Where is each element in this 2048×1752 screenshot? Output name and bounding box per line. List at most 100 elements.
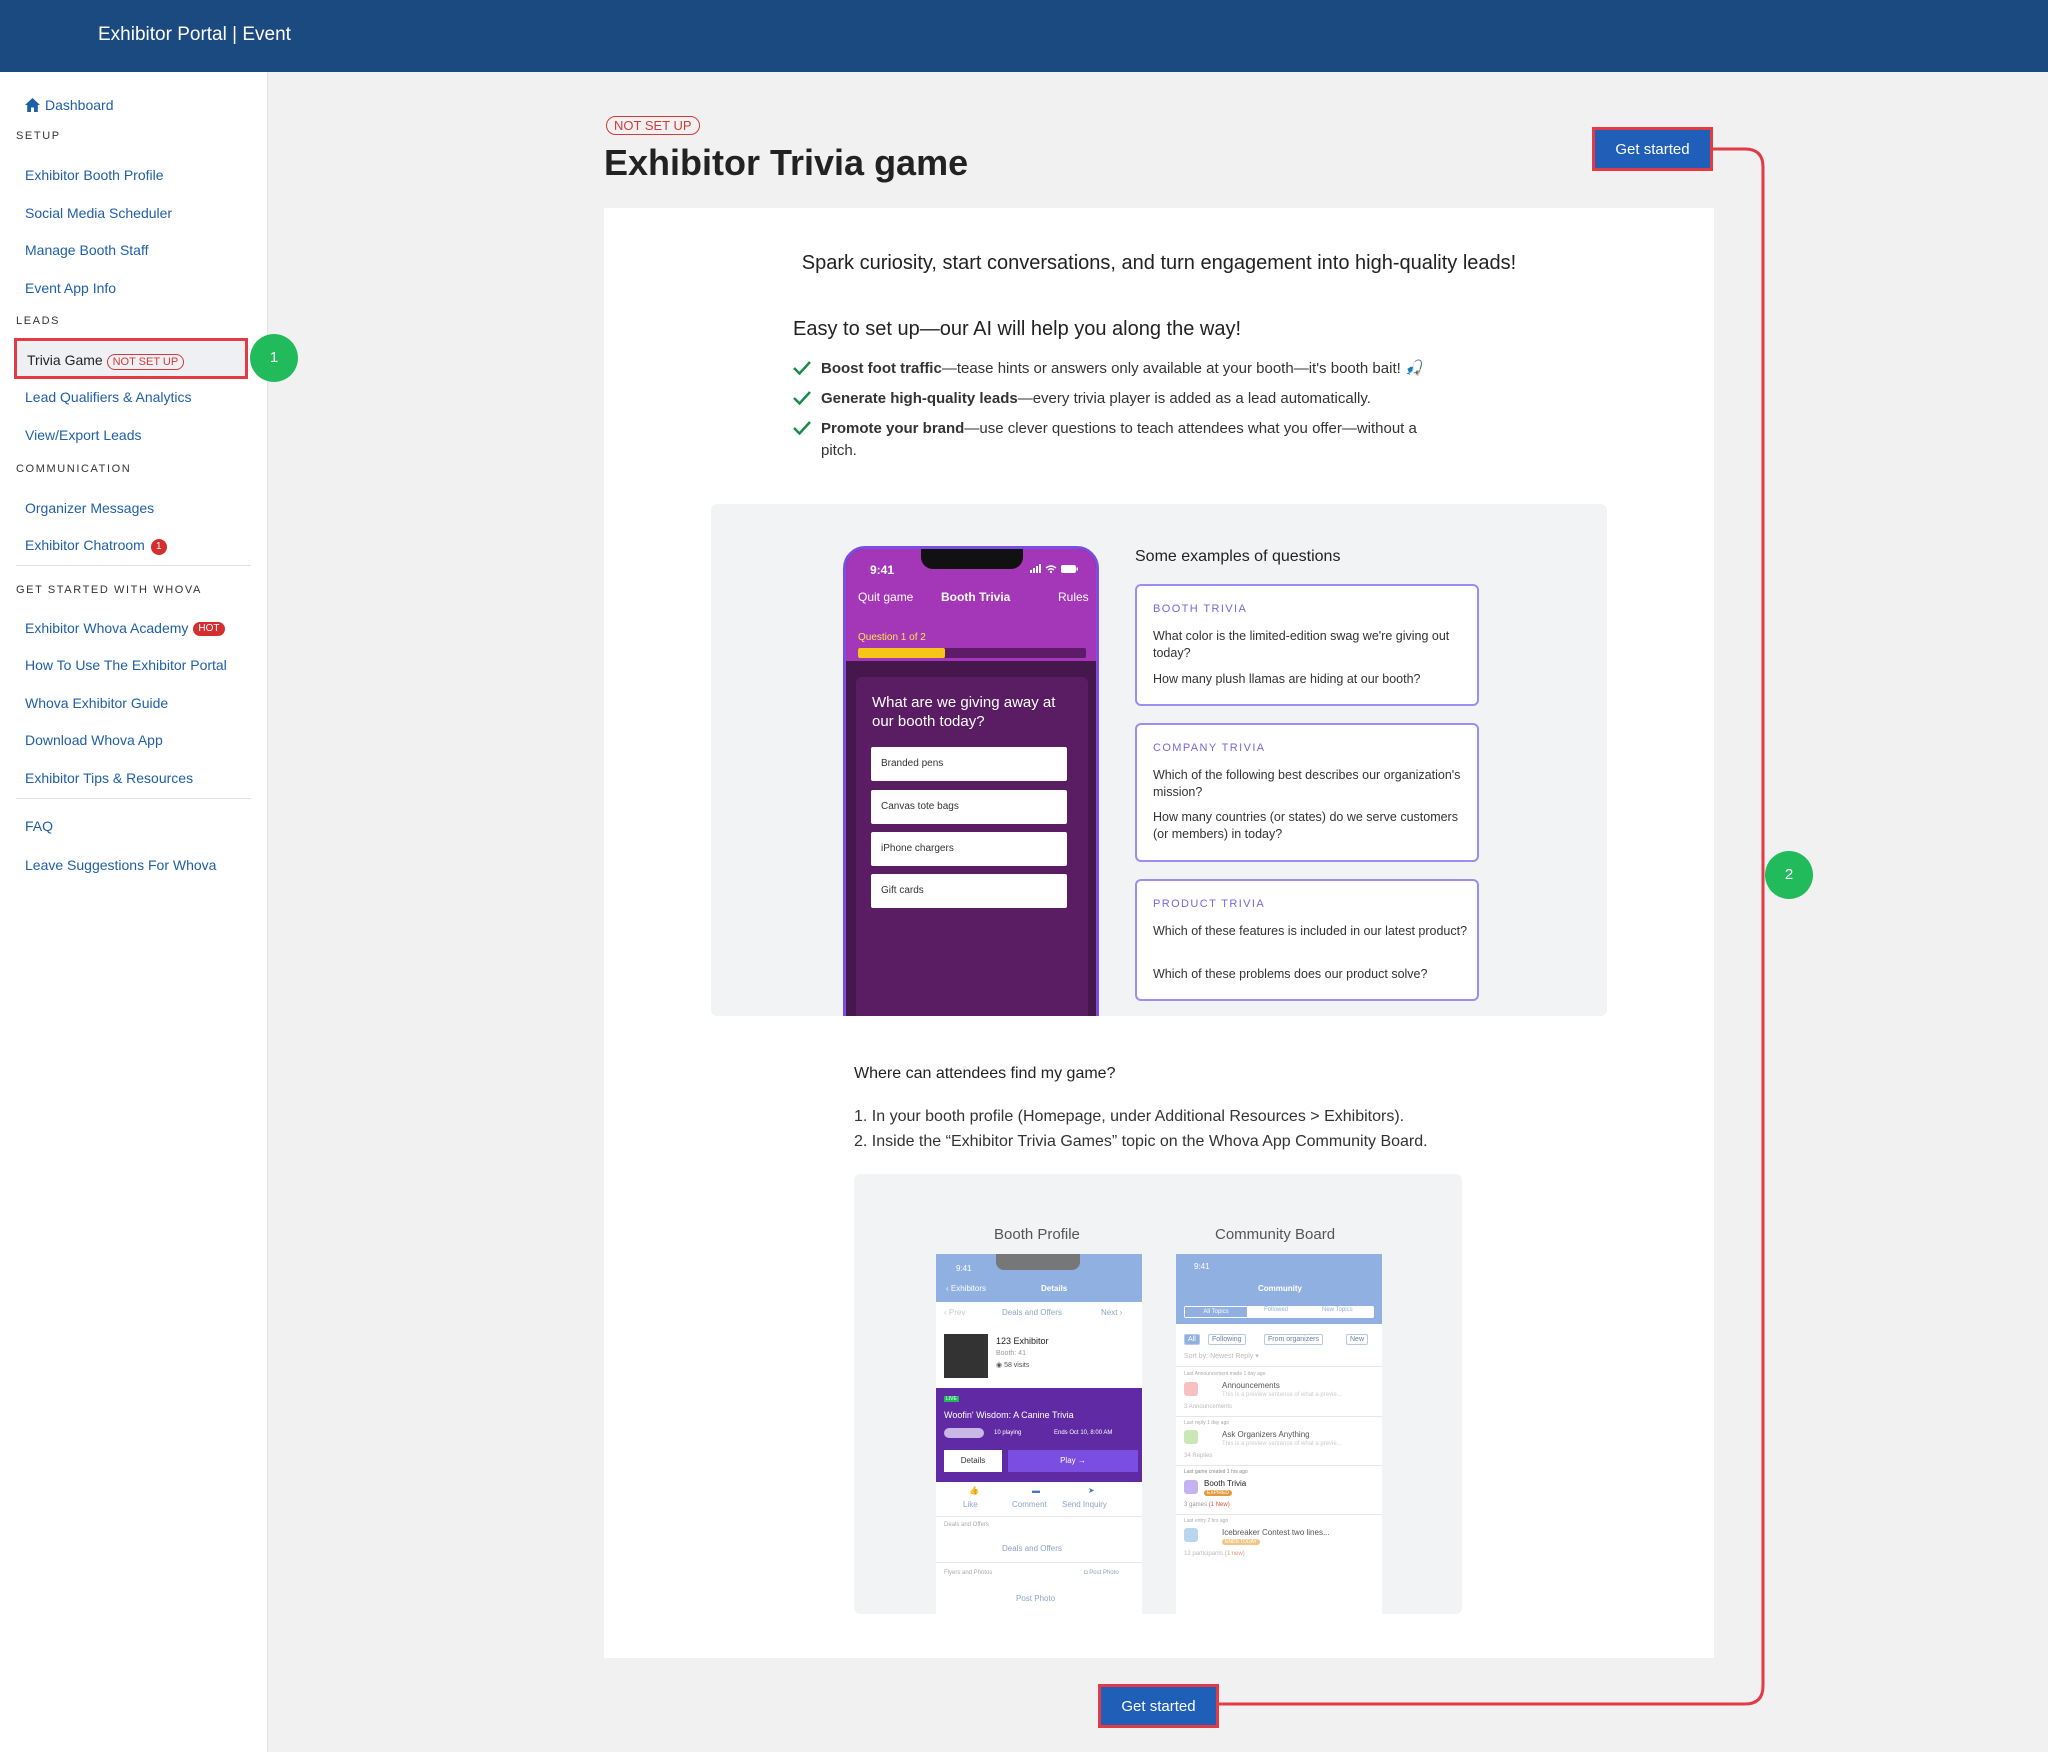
deals-tab: Deals and Offers <box>1002 1308 1062 1317</box>
phone-mockup: 9:41 Quit game Booth Trivia Rules Questi… <box>843 546 1099 1016</box>
like-label: Like <box>963 1500 978 1509</box>
divider <box>1176 1465 1382 1466</box>
benefit-title: Generate high-quality leads <box>821 390 1018 407</box>
eye-icon: ◉ <box>996 1362 1005 1369</box>
divider <box>1176 1514 1382 1515</box>
filter-chip: Following <box>1208 1334 1246 1345</box>
prev-link-label: Prev <box>948 1308 966 1317</box>
game-end-time: Ends Oct 10, 8:00 AM <box>1054 1430 1113 1436</box>
topic-meta: Last reply 1 day ago <box>1184 1420 1230 1426</box>
example-question: How many countries (or states) do we ser… <box>1153 810 1458 841</box>
where-item: 1. In your booth profile (Homepage, unde… <box>854 1108 1405 1125</box>
example-question: Which of these features is included in o… <box>1153 924 1468 938</box>
topic-meta: Last entry 2 hrs ago <box>1184 1518 1229 1524</box>
topic-meta: Last game created 1 hrs ago <box>1184 1469 1248 1475</box>
get-started-button-bottom[interactable]: Get started <box>1098 1684 1219 1728</box>
topic-icon <box>1184 1382 1198 1396</box>
status-badge: NOT SET UP <box>606 116 700 135</box>
benefit-title: Boost foot traffic <box>821 360 942 377</box>
inquiry-label: Send Inquiry <box>1062 1500 1107 1509</box>
post-photo-label-small: Post Photo <box>1089 1570 1119 1576</box>
topic-meta: Last Announcement made 1 day ago <box>1184 1371 1266 1377</box>
new-count: (1 New) <box>1208 1502 1230 1508</box>
topic-title: Icebreaker Contest two lines... <box>1222 1528 1330 1537</box>
example-question: What color is the limited-edition swag w… <box>1153 629 1450 660</box>
ends-today-badge: ENDS TODAY <box>1222 1539 1260 1545</box>
example-tag: COMPANY TRIVIA <box>1153 742 1266 754</box>
flyers-section-label: Flyers and Photos <box>944 1570 993 1576</box>
tab-new-topics: New Topics <box>1322 1307 1353 1313</box>
phone-time: 9:41 <box>870 563 895 577</box>
tab-all-topics: All Topics <box>1185 1307 1247 1317</box>
mini-time: 9:41 <box>956 1264 972 1273</box>
easy-setup-heading: Easy to set up—our AI will help you alon… <box>793 318 1242 340</box>
details-button: Details <box>944 1450 1002 1472</box>
example-card-company: COMPANY TRIVIA Which of the following be… <box>1135 723 1479 862</box>
booth-number: Booth: 41 <box>996 1350 1026 1357</box>
phone-notch <box>996 1254 1080 1270</box>
example-card-product: PRODUCT TRIVIA Which of these features i… <box>1135 879 1479 1001</box>
back-link: ‹ Exhibitors <box>946 1284 986 1293</box>
question-card: What are we giving away at our booth tod… <box>856 677 1088 1016</box>
topic-count: 12 participants <box>1184 1551 1224 1557</box>
check-icon <box>793 391 811 406</box>
where-item: 2. Inside the “Exhibitor Trivia Games” t… <box>854 1133 1428 1150</box>
example-tag: BOOTH TRIVIA <box>1153 603 1248 615</box>
topic-title: Announcements <box>1222 1381 1280 1390</box>
community-board-screen: 9:41 Community All Topics Followed New T… <box>1176 1254 1382 1614</box>
page-title: Exhibitor Trivia game <box>604 142 969 183</box>
divider <box>936 1516 1142 1517</box>
benefit-item: Boost foot traffic—tease hints or answer… <box>793 358 1433 380</box>
rules-link: Rules <box>1058 590 1089 604</box>
example-tag: PRODUCT TRIVIA <box>1153 898 1266 910</box>
deals-section-label: Deals and Offers <box>944 1522 989 1528</box>
filter-chip: New <box>1346 1334 1369 1345</box>
new-count: (1 new) <box>1224 1551 1245 1557</box>
answer-option: Branded pens <box>871 747 1067 781</box>
content-card: Spark curiosity, start conversations, an… <box>604 208 1714 1658</box>
tab-followed: Followed <box>1264 1307 1289 1313</box>
phone-game-name: Booth Trivia <box>941 590 1011 604</box>
live-game-banner: LIVE Woofin' Wisdom: A Canine Trivia 10 … <box>936 1388 1142 1482</box>
booth-profile-label: Booth Profile <box>994 1226 1080 1243</box>
booth-profile-screen: 9:41 ‹ Exhibitors Details ‹ Prev Deals a… <box>936 1254 1142 1614</box>
question-counter: Question 1 of 2 <box>858 632 926 643</box>
benefit-text: —tease hints or answers only available a… <box>941 360 1424 377</box>
example-question: Which of these problems does our product… <box>1153 967 1428 981</box>
like-icon: 👍 <box>969 1486 979 1495</box>
mini-time: 9:41 <box>1194 1262 1210 1271</box>
topic-icon <box>1184 1528 1198 1542</box>
filter-chip: All <box>1184 1334 1200 1345</box>
comment-icon: ▬ <box>1032 1486 1040 1495</box>
get-started-button-top[interactable]: Get started <box>1592 127 1713 171</box>
example-question: Which of the following best describes ou… <box>1153 768 1461 799</box>
deals-link: Deals and Offers <box>1002 1544 1062 1553</box>
topic-tabs: All Topics Followed New Topics <box>1184 1306 1374 1318</box>
check-icon <box>793 361 811 376</box>
mini-title: Community <box>1258 1284 1302 1293</box>
topic-icon <box>1184 1430 1198 1444</box>
community-board-label: Community Board <box>1215 1226 1336 1243</box>
post-photo-link: Post Photo <box>1016 1594 1056 1603</box>
chevron-right-icon: › <box>1117 1308 1123 1317</box>
answer-option: Gift cards <box>871 874 1067 908</box>
topic-title: Booth Trivia <box>1204 1479 1247 1488</box>
examples-heading: Some examples of questions <box>1135 548 1341 565</box>
phone-notch <box>921 549 1023 569</box>
exhibitor-logo <box>944 1334 988 1378</box>
question-text: What are we giving away at our booth tod… <box>872 694 1056 730</box>
live-badge: LIVE <box>944 1396 959 1402</box>
benefit-title: Promote your brand <box>821 420 965 437</box>
topic-count: 3 Announcements <box>1184 1404 1233 1410</box>
benefit-item: Promote your brand—use clever questions … <box>793 418 1433 462</box>
step-marker-2: 2 <box>1765 851 1813 899</box>
prev-link: ‹ Prev <box>944 1308 965 1317</box>
quit-game-link: Quit game <box>858 590 914 604</box>
progress-bar <box>858 648 1086 658</box>
benefit-item: Generate high-quality leads—every trivia… <box>793 388 1433 410</box>
exhibitor-name: 123 Exhibitor <box>996 1336 1049 1346</box>
check-icon <box>793 421 811 436</box>
game-name: Woofin' Wisdom: A Canine Trivia <box>944 1410 1074 1420</box>
answer-option: Canvas tote bags <box>871 790 1067 824</box>
visit-count-label: 58 visits <box>1004 1362 1030 1369</box>
